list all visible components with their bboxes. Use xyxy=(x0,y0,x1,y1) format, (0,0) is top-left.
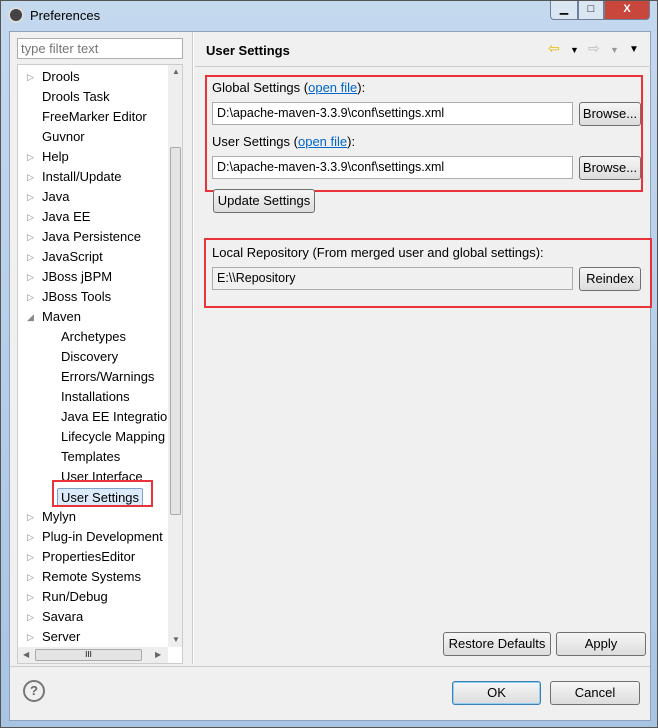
tree-item-label: Discovery xyxy=(61,349,119,364)
tree-item-label: Templates xyxy=(61,449,121,464)
window-title: Preferences xyxy=(30,8,101,23)
title-bar: Preferences ▁ □ X xyxy=(1,1,657,31)
expand-arrow-icon[interactable]: ▷ xyxy=(27,507,34,527)
expand-arrow-icon[interactable]: ▷ xyxy=(27,547,34,567)
hscroll-thumb[interactable]: III xyxy=(35,649,142,661)
eclipse-icon xyxy=(8,7,24,23)
tree-item-label: Help xyxy=(42,149,69,164)
tree-item-label: JBoss Tools xyxy=(42,289,112,304)
close-button[interactable]: X xyxy=(604,1,650,20)
scroll-left-icon[interactable]: ◀ xyxy=(23,650,29,659)
page-title: User Settings xyxy=(206,43,290,58)
tree-item-label: Java xyxy=(42,189,70,204)
expand-arrow-icon[interactable]: ▷ xyxy=(27,207,34,227)
preferences-window: Preferences ▁ □ X ▷ Server ▷ Savara ▷ Run/Deb… xyxy=(0,0,658,728)
tree-item-label: Lifecycle Mapping xyxy=(61,429,166,444)
expand-arrow-icon[interactable]: ▷ xyxy=(27,287,34,307)
scroll-thumb[interactable] xyxy=(170,147,181,515)
expand-arrow-icon[interactable]: ▷ xyxy=(27,147,34,167)
tree-item-label: Installations xyxy=(61,389,130,404)
tree-item-label: Remote Systems xyxy=(42,569,141,584)
scroll-up-icon[interactable]: ▲ xyxy=(172,67,180,76)
forward-dropdown-icon[interactable]: ▼ xyxy=(610,45,619,55)
expand-arrow-icon[interactable]: ▷ xyxy=(27,187,34,207)
cancel-button[interactable]: Cancel xyxy=(550,681,640,705)
help-icon[interactable]: ? xyxy=(23,680,45,702)
expand-arrow-icon[interactable]: ▷ xyxy=(27,587,34,607)
scroll-right-icon[interactable]: ▶ xyxy=(155,650,161,659)
tree-item-label: Drools Task xyxy=(42,89,110,104)
separator xyxy=(195,66,651,67)
tree-item-label: Archetypes xyxy=(61,329,127,344)
highlight-box-settings xyxy=(205,75,643,192)
preference-tree: ▷ Server ▷ Savara ▷ Run/Debug ▷ Remote Systems ▷… xyxy=(17,64,183,664)
tree-item-label: Maven xyxy=(42,309,82,324)
restore-defaults-button[interactable]: Restore Defaults xyxy=(443,632,551,656)
forward-arrow-icon[interactable]: ⇨ xyxy=(588,40,600,57)
highlight-box-tree xyxy=(52,480,153,507)
vertical-scrollbar[interactable]: ▲ ▼ xyxy=(168,65,182,647)
dialog-content: ▷ Server ▷ Savara ▷ Run/Debug ▷ Remote Systems ▷… xyxy=(9,31,652,721)
back-dropdown-icon[interactable]: ▼ xyxy=(570,45,579,55)
tree-item-label: Errors/Warnings xyxy=(61,369,155,384)
expand-arrow-icon[interactable]: ▷ xyxy=(27,247,34,267)
ok-button[interactable]: OK xyxy=(452,681,541,705)
back-arrow-icon[interactable]: ⇦ xyxy=(548,40,560,57)
expand-arrow-icon[interactable]: ▷ xyxy=(27,607,34,627)
footer-separator xyxy=(10,666,650,667)
tree-item-label: Install/Update xyxy=(42,169,122,184)
expand-arrow-icon[interactable]: ▷ xyxy=(27,627,34,647)
view-menu-icon[interactable]: ▼ xyxy=(629,44,639,55)
expand-arrow-icon[interactable]: ▷ xyxy=(27,567,34,587)
expand-arrow-icon[interactable]: ▷ xyxy=(27,167,34,187)
expand-arrow-icon[interactable]: ▷ xyxy=(27,67,34,87)
scroll-down-icon[interactable]: ▼ xyxy=(172,635,180,644)
tree-item-label: JBoss jBPM xyxy=(42,269,113,284)
update-settings-button[interactable]: Update Settings xyxy=(213,189,315,213)
tree-item-label: Guvnor xyxy=(42,129,85,144)
tree-item-label: Drools xyxy=(42,69,80,84)
tree-item-label: Savara xyxy=(42,609,84,624)
tree-item-label: Mylyn xyxy=(42,509,76,524)
tree-item-label: Plug-in Development xyxy=(42,529,163,544)
collapse-arrow-icon[interactable]: ◢ xyxy=(27,307,34,327)
tree-item-label: Java EE xyxy=(42,209,91,224)
expand-arrow-icon[interactable]: ▷ xyxy=(27,527,34,547)
horizontal-scrollbar[interactable]: ◀ III ▶ xyxy=(18,647,168,663)
tree-item-label: Java EE Integration xyxy=(61,409,175,424)
tree-item-label: Run/Debug xyxy=(42,589,108,604)
tree-item-label: PropertiesEditor xyxy=(42,549,136,564)
expand-arrow-icon[interactable]: ▷ xyxy=(27,267,34,287)
highlight-box-repository xyxy=(204,238,652,308)
maximize-button[interactable]: □ xyxy=(578,1,604,20)
expand-arrow-icon[interactable]: ▷ xyxy=(27,227,34,247)
panel-divider[interactable] xyxy=(192,32,194,664)
apply-button[interactable]: Apply xyxy=(556,632,646,656)
tree-item-label: FreeMarker Editor xyxy=(42,109,147,124)
tree-item-label: JavaScript xyxy=(42,249,103,264)
tree-item-label: Server xyxy=(42,629,81,644)
minimize-button[interactable]: ▁ xyxy=(550,1,578,20)
tree-item-label: Java Persistence xyxy=(42,229,141,244)
filter-input[interactable] xyxy=(17,38,183,59)
